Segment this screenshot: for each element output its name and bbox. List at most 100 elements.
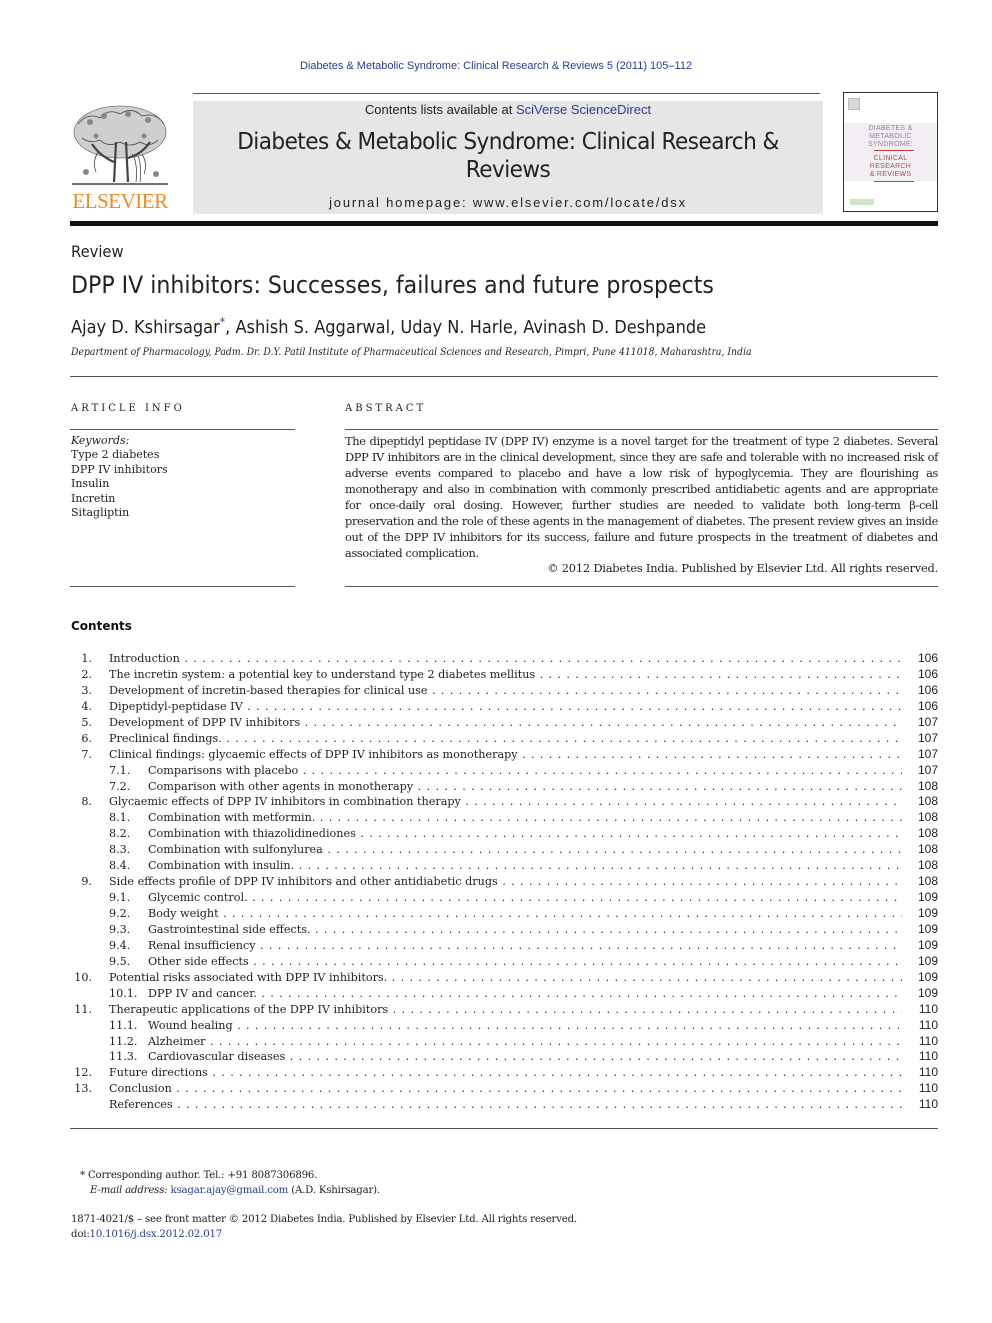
toc-entry[interactable]: 13. Conclusion 110	[70, 1081, 938, 1097]
toc-entry-title[interactable]: Future directions	[109, 1066, 208, 1079]
toc-entry[interactable]: 11.2. Alzheimer 110	[70, 1034, 938, 1050]
toc-entry[interactable]: 9.3. Gastrointestinal side effects. 109	[70, 922, 938, 938]
toc-entry-title[interactable]: Body weight	[148, 907, 219, 920]
toc-entry[interactable]: 9.1. Glycemic control. 109	[70, 890, 938, 906]
toc-entry-title-leader[interactable]: Conclusion	[109, 1081, 902, 1097]
doi-link[interactable]: 10.1016/j.dsx.2012.02.017	[90, 1229, 223, 1240]
toc-entry-title-leader[interactable]: Combination with insulin.	[148, 858, 902, 874]
toc-entry-title-leader[interactable]: Gastrointestinal side effects.	[148, 922, 902, 938]
toc-entry[interactable]: 2. The incretin system: a potential key t…	[70, 667, 938, 683]
toc-entry-title[interactable]: Wound healing	[148, 1019, 233, 1032]
toc-entry[interactable]: 11.1. Wound healing 110	[70, 1018, 938, 1034]
toc-entry[interactable]: 8.1. Combination with metformin. 108	[70, 810, 938, 826]
toc-entry[interactable]: 10.1. DPP IV and cancer. 109	[70, 986, 938, 1002]
toc-entry-title[interactable]: Development of DPP IV inhibitors	[109, 716, 300, 729]
toc-entry-title-leader[interactable]: Clinical findings: glycaemic effects of …	[109, 747, 902, 763]
toc-entry-title-leader[interactable]: Wound healing	[148, 1018, 902, 1034]
toc-entry-title-leader[interactable]: Renal insufficiency	[148, 938, 902, 954]
toc-entry-title-leader[interactable]: Glycemic control.	[148, 890, 902, 906]
abstract-text: The dipeptidyl peptidase IV (DPP IV) enz…	[345, 434, 938, 560]
toc-entry[interactable]: 9. Side effects profile of DPP IV inhibit…	[70, 874, 938, 890]
cover-divider	[874, 150, 914, 151]
toc-entry[interactable]: 5. Development of DPP IV inhibitors 107	[70, 715, 938, 731]
toc-entry-title-leader[interactable]: Other side effects	[148, 954, 902, 970]
toc-entry-title[interactable]: Potential risks associated with DPP IV i…	[109, 971, 387, 984]
toc-entry-title[interactable]: Alzheimer	[148, 1035, 206, 1048]
toc-entry-title[interactable]: References	[109, 1098, 173, 1111]
toc-entry-title-leader[interactable]: Preclinical findings.	[109, 731, 902, 747]
toc-entry[interactable]: 8.2. Combination with thiazolidinediones 1…	[70, 826, 938, 842]
toc-entry-title-leader[interactable]: Combination with sulfonylurea	[148, 842, 902, 858]
toc-entry-title[interactable]: Preclinical findings.	[109, 732, 222, 745]
toc-entry[interactable]: 10. Potential risks associated with DPP I…	[70, 970, 938, 986]
toc-entry-title[interactable]: Combination with sulfonylurea	[148, 843, 323, 856]
toc-entry[interactable]: 7.2. Comparison with other agents in mono…	[70, 779, 938, 795]
toc-entry-title[interactable]: Clinical findings: glycaemic effects of …	[109, 748, 518, 761]
toc-entry-title[interactable]: Therapeutic applications of the DPP IV i…	[109, 1003, 388, 1016]
toc-entry-title[interactable]: Conclusion	[109, 1082, 172, 1095]
toc-entry[interactable]: 9.4. Renal insufficiency 109	[70, 938, 938, 954]
toc-entry[interactable]: 8.4. Combination with insulin. 108	[70, 858, 938, 874]
toc-entry-title[interactable]: Renal insufficiency	[148, 939, 256, 952]
toc-entry-title[interactable]: Other side effects	[148, 955, 249, 968]
toc-entry-title[interactable]: Cardiovascular diseases	[148, 1050, 285, 1063]
toc-entry-title-leader[interactable]: References	[109, 1097, 902, 1113]
toc-entry-title[interactable]: Glycaemic effects of DPP IV inhibitors i…	[109, 795, 461, 808]
toc-entry-title[interactable]: Dipeptidyl-peptidase IV	[109, 700, 243, 713]
toc-entry-title-leader[interactable]: Comparison with other agents in monother…	[148, 779, 902, 795]
toc-entry-title-leader[interactable]: Comparisons with placebo	[148, 763, 902, 779]
toc-entry-title[interactable]: Comparisons with placebo	[148, 764, 298, 777]
toc-entry-title-leader[interactable]: Development of DPP IV inhibitors	[109, 715, 902, 731]
toc-entry[interactable]: 12. Future directions 110	[70, 1065, 938, 1081]
toc-entry-title-leader[interactable]: Therapeutic applications of the DPP IV i…	[109, 1002, 902, 1018]
toc-entry[interactable]: 1. Introduction 106	[70, 651, 938, 667]
toc-entry-title[interactable]: Development of incretin-based therapies …	[109, 684, 428, 697]
toc-entry-title[interactable]: Glycemic control.	[148, 891, 248, 904]
toc-entry-title-leader[interactable]: Future directions	[109, 1065, 902, 1081]
toc-entry-title[interactable]: Combination with insulin.	[148, 859, 294, 872]
toc-entry[interactable]: 8.3. Combination with sulfonylurea 108	[70, 842, 938, 858]
toc-entry-title-leader[interactable]: Side effects profile of DPP IV inhibitor…	[109, 874, 902, 890]
toc-entry-title-leader[interactable]: Dipeptidyl-peptidase IV	[109, 699, 902, 715]
toc-entry-title-leader[interactable]: Introduction	[109, 651, 902, 667]
toc-entry-title[interactable]: DPP IV and cancer.	[148, 987, 257, 1000]
toc-entry-title[interactable]: Comparison with other agents in monother…	[148, 780, 413, 793]
toc-entry-page: 106	[917, 651, 938, 665]
journal-cover-thumbnail[interactable]: DIABETES & METABOLIC SYNDROME: CLINICAL …	[843, 92, 938, 212]
keyword: Incretin	[71, 491, 116, 505]
toc-entry[interactable]: 9.2. Body weight 109	[70, 906, 938, 922]
toc-entry-title[interactable]: Side effects profile of DPP IV inhibitor…	[109, 875, 498, 888]
sciencedirect-link[interactable]: SciVerse ScienceDirect	[516, 102, 651, 117]
running-head-citation[interactable]: Diabetes & Metabolic Syndrome: Clinical …	[0, 60, 992, 72]
toc-entry[interactable]: 11.3. Cardiovascular diseases 110	[70, 1049, 938, 1065]
toc-entry[interactable]: 8. Glycaemic effects of DPP IV inhibitors…	[70, 794, 938, 810]
toc-entry[interactable]: 9.5. Other side effects 109	[70, 954, 938, 970]
toc-entry-number: 11.1.	[109, 1018, 138, 1032]
toc-entry-title-leader[interactable]: Alzheimer	[148, 1034, 902, 1050]
toc-entry[interactable]: 4. Dipeptidyl-peptidase IV 106	[70, 699, 938, 715]
email-label: E-mail address:	[90, 1185, 168, 1196]
toc-entry-page: 107	[917, 714, 938, 729]
toc-entry-title-leader[interactable]: The incretin system: a potential key to …	[109, 667, 902, 683]
toc-entry-title[interactable]: The incretin system: a potential key to …	[109, 668, 535, 681]
toc-entry-title-leader[interactable]: Development of incretin-based therapies …	[109, 683, 902, 699]
toc-entry-title-leader[interactable]: Combination with thiazolidinediones	[148, 826, 902, 842]
toc-entry-title-leader[interactable]: Combination with metformin.	[148, 810, 902, 826]
email-link[interactable]: ksagar.ajay@gmail.com	[171, 1185, 289, 1196]
toc-entry-title[interactable]: Gastrointestinal side effects.	[148, 923, 311, 936]
toc-entry[interactable]: 7. Clinical findings: glycaemic effects o…	[70, 747, 938, 763]
toc-entry[interactable]: 11. Therapeutic applications of the DPP I…	[70, 1002, 938, 1018]
toc-entry-title-leader[interactable]: Cardiovascular diseases	[148, 1049, 902, 1065]
toc-entry-title-leader[interactable]: DPP IV and cancer.	[148, 986, 902, 1002]
toc-entry[interactable]: 3. Development of incretin-based therapie…	[70, 683, 938, 699]
homepage-url[interactable]: www.elsevier.com/locate/dsx	[473, 195, 687, 210]
toc-entry[interactable]: References 110	[70, 1097, 938, 1113]
toc-entry-title[interactable]: Combination with thiazolidinediones	[148, 827, 356, 840]
toc-entry-title-leader[interactable]: Glycaemic effects of DPP IV inhibitors i…	[109, 794, 902, 810]
toc-entry-title-leader[interactable]: Potential risks associated with DPP IV i…	[109, 970, 902, 986]
toc-entry-title[interactable]: Combination with metformin.	[148, 811, 315, 824]
toc-entry[interactable]: 7.1. Comparisons with placebo 107	[70, 763, 938, 779]
toc-entry-title-leader[interactable]: Body weight	[148, 906, 902, 922]
toc-entry[interactable]: 6. Preclinical findings. 107	[70, 731, 938, 747]
toc-entry-title[interactable]: Introduction	[109, 652, 180, 665]
